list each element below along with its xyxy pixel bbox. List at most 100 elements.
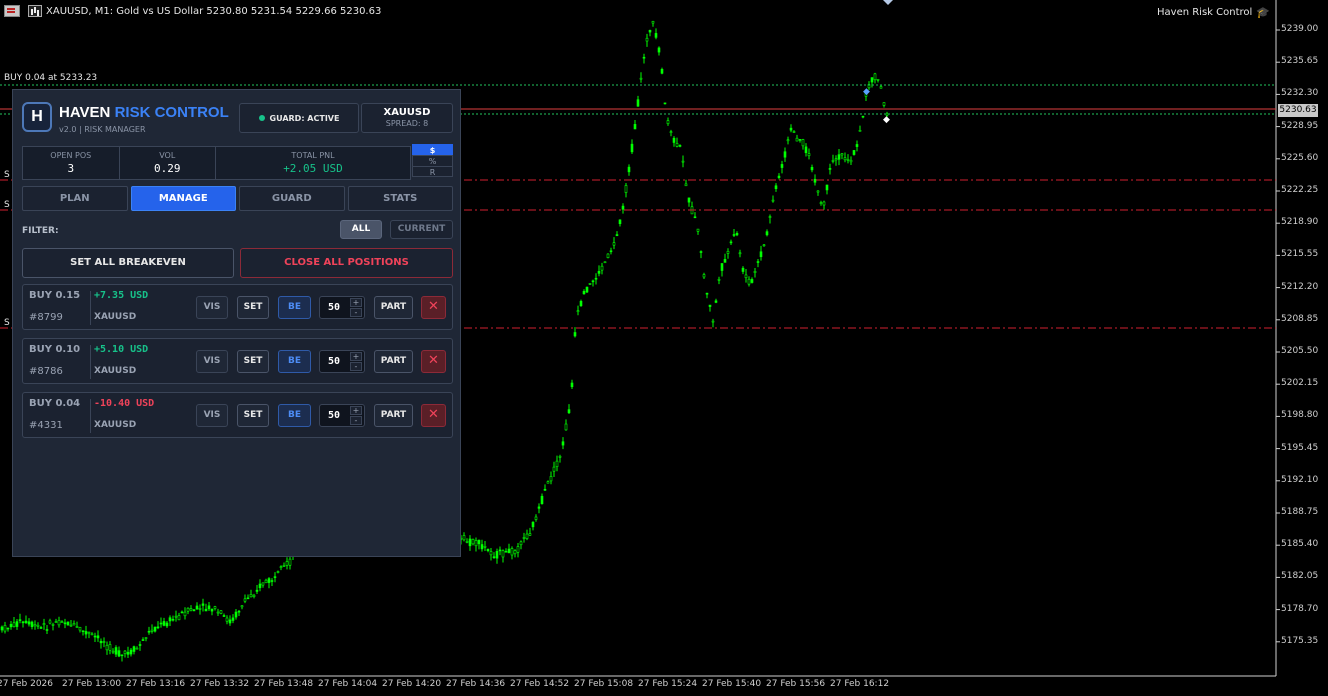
- close-position-icon[interactable]: ✕: [421, 350, 446, 373]
- vis-button[interactable]: VIS: [196, 350, 228, 373]
- tab-manage[interactable]: MANAGE: [130, 186, 236, 211]
- candle-body: [465, 541, 469, 543]
- candle-body: [837, 154, 841, 160]
- candle-body: [711, 320, 715, 323]
- vis-button[interactable]: VIS: [196, 404, 228, 427]
- increment-button[interactable]: +: [350, 298, 362, 307]
- set-all-breakeven-button[interactable]: SET ALL BREAKEVEN: [22, 248, 234, 278]
- stat-open-pos: OPEN POS 3: [23, 147, 120, 179]
- time-tick-label: 27 Feb 14:52: [510, 679, 570, 689]
- guard-status-badge[interactable]: GUARD: ACTIVE: [239, 103, 359, 133]
- candle-body: [108, 644, 112, 651]
- time-tick-label: 27 Feb 13:00: [62, 679, 122, 689]
- candle-body: [504, 550, 508, 553]
- candle-body: [540, 495, 544, 505]
- candle-body: [726, 250, 730, 254]
- close-position-icon[interactable]: ✕: [421, 404, 446, 427]
- candle-body: [828, 168, 832, 170]
- unit-percent-button[interactable]: %: [412, 155, 453, 166]
- stats-row: OPEN POS 3 VOL 0.29 TOTAL PNL +2.05 USD: [22, 146, 411, 180]
- breakeven-button[interactable]: BE: [278, 296, 311, 319]
- candle-body: [876, 78, 880, 81]
- increment-button[interactable]: +: [350, 406, 362, 415]
- time-tick-label: 27 Feb 13:32: [190, 679, 250, 689]
- unit-dollar-button[interactable]: $: [412, 144, 453, 155]
- candle-body: [111, 650, 115, 653]
- candle-body: [498, 549, 502, 552]
- candle-body: [846, 159, 850, 161]
- decrement-button[interactable]: -: [350, 416, 362, 425]
- price-tick-label: 5192.10: [1281, 474, 1319, 485]
- candle-body: [501, 550, 505, 558]
- price-tick-label: 5182.05: [1281, 571, 1319, 582]
- increment-button[interactable]: +: [350, 352, 362, 361]
- decrement-button[interactable]: -: [350, 308, 362, 317]
- partial-close-button[interactable]: PART: [374, 350, 413, 373]
- filter-all-button[interactable]: ALL: [340, 220, 382, 239]
- vis-button[interactable]: VIS: [196, 296, 228, 319]
- tab-guard[interactable]: GUARD: [239, 186, 345, 211]
- candle-body: [276, 571, 280, 573]
- candle-body: [159, 622, 163, 625]
- partial-percent-value[interactable]: 50: [328, 302, 340, 313]
- partial-percent-value[interactable]: 50: [328, 356, 340, 367]
- candle-body: [693, 216, 697, 219]
- candle-body: [630, 143, 634, 153]
- tab-stats[interactable]: STATS: [347, 186, 453, 211]
- position-symbol: XAUUSD: [94, 420, 137, 430]
- partial-percent-stepper[interactable]: 50 + -: [319, 296, 365, 319]
- row-divider: [90, 345, 91, 379]
- price-tick-label: 5218.90: [1281, 217, 1319, 228]
- breakeven-button[interactable]: BE: [278, 350, 311, 373]
- partial-close-button[interactable]: PART: [374, 296, 413, 319]
- candle-body: [672, 137, 676, 143]
- candle-body: [831, 160, 835, 162]
- candle-body: [771, 199, 775, 202]
- candle-body: [849, 159, 853, 163]
- candle-body: [210, 608, 214, 612]
- candle-body: [171, 618, 175, 621]
- unit-r-button[interactable]: R: [412, 166, 453, 177]
- set-button[interactable]: SET: [237, 404, 269, 427]
- partial-percent-stepper[interactable]: 50 + -: [319, 350, 365, 373]
- stat-value: 3: [67, 162, 75, 175]
- candle-body: [789, 127, 793, 131]
- time-tick-label: 27 Feb 14:36: [446, 679, 506, 689]
- candle-body: [213, 606, 217, 609]
- price-tick-label: 5235.65: [1281, 56, 1319, 67]
- tab-plan[interactable]: PLAN: [22, 186, 128, 211]
- candle-body: [525, 533, 529, 539]
- partial-close-button[interactable]: PART: [374, 404, 413, 427]
- close-all-positions-button[interactable]: CLOSE ALL POSITIONS: [240, 248, 453, 278]
- set-button[interactable]: SET: [237, 296, 269, 319]
- candle-body: [78, 627, 82, 631]
- decrement-button[interactable]: -: [350, 362, 362, 371]
- filter-current-button[interactable]: CURRENT: [390, 220, 453, 239]
- candle-body: [54, 621, 58, 623]
- price-tick-label: 5195.45: [1281, 442, 1319, 453]
- candle-body: [288, 558, 292, 566]
- partial-percent-stepper[interactable]: 50 + -: [319, 404, 365, 427]
- breakeven-button[interactable]: BE: [278, 404, 311, 427]
- candle-body: [591, 280, 595, 283]
- chart-shift-marker[interactable]: [883, 0, 893, 5]
- expert-advisor-label[interactable]: Haven Risk Control 🎓: [1157, 6, 1270, 19]
- graduation-cap-icon: 🎓: [1256, 6, 1270, 19]
- candle-body: [627, 166, 631, 173]
- candle-body: [204, 608, 208, 612]
- candle-body: [588, 283, 592, 285]
- candle-body: [729, 241, 733, 244]
- set-button[interactable]: SET: [237, 350, 269, 373]
- partial-percent-value[interactable]: 50: [328, 410, 340, 421]
- candle-body: [879, 86, 883, 89]
- position-side: BUY 0.04: [29, 398, 81, 409]
- candle-body: [606, 253, 610, 258]
- candle-body: [783, 151, 787, 158]
- candle-body: [48, 620, 52, 624]
- candle-body: [87, 631, 91, 634]
- close-position-icon[interactable]: ✕: [421, 296, 446, 319]
- stat-label: OPEN POS: [50, 151, 92, 160]
- candle-body: [759, 251, 763, 258]
- symbol-text: XAUUSD: [383, 107, 431, 118]
- price-tick-label: 5215.55: [1281, 249, 1319, 260]
